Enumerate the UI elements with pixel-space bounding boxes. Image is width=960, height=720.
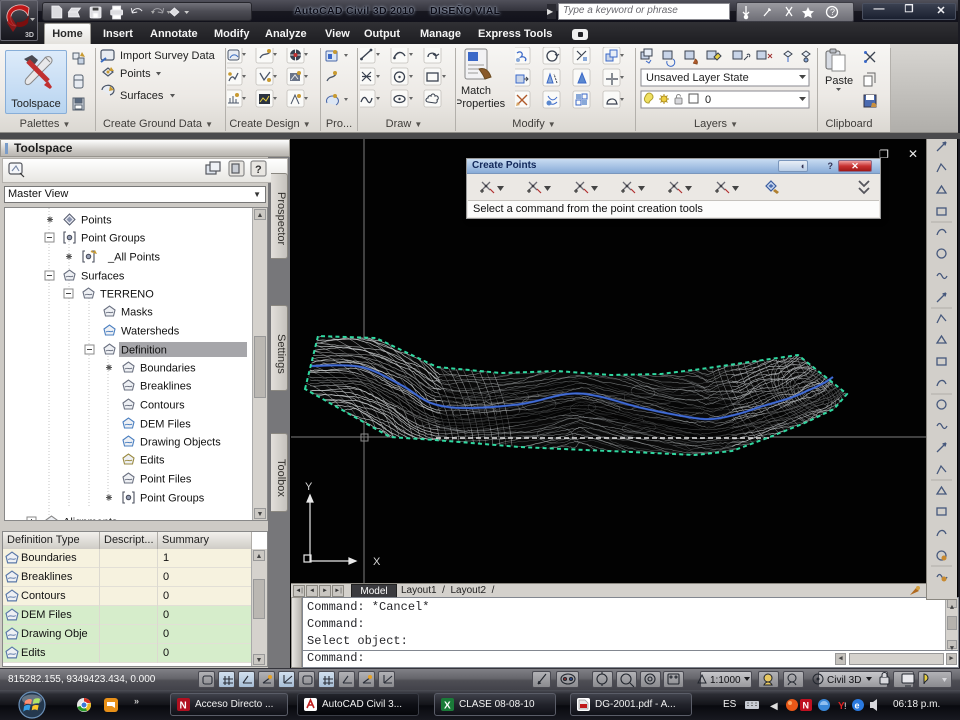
- svg-text:N: N: [180, 701, 187, 712]
- svg-text:_All Points: _All Points: [107, 252, 160, 264]
- svg-text:?: ?: [255, 164, 262, 176]
- svg-text:Import Survey Data: Import Survey Data: [120, 50, 216, 62]
- svg-text:Surfaces: Surfaces: [120, 90, 164, 102]
- svg-text:Contours: Contours: [140, 400, 185, 412]
- svg-text:Point Groups: Point Groups: [140, 493, 205, 505]
- svg-text:X: X: [444, 701, 451, 712]
- svg-text:Breaklines: Breaklines: [140, 381, 192, 393]
- svg-text:0: 0: [705, 94, 711, 106]
- svg-text:!: !: [844, 701, 847, 711]
- svg-text:Y: Y: [305, 481, 313, 493]
- svg-text:Definition: Definition: [121, 345, 167, 357]
- svg-text:✕: ✕: [908, 147, 918, 161]
- svg-text:?: ?: [830, 7, 835, 17]
- svg-text:N: N: [803, 701, 810, 711]
- svg-text:Drawing Objects: Drawing Objects: [140, 437, 221, 449]
- svg-text:Unsaved Layer State: Unsaved Layer State: [646, 72, 749, 84]
- svg-text:Watersheds: Watersheds: [121, 326, 180, 338]
- svg-text:»: »: [134, 696, 139, 706]
- svg-text:Properties: Properties: [457, 98, 506, 110]
- svg-text:Points: Points: [81, 215, 112, 227]
- svg-text:TERRENO: TERRENO: [100, 289, 154, 301]
- svg-text:3D: 3D: [25, 32, 34, 39]
- svg-text:Surfaces: Surfaces: [81, 271, 125, 283]
- svg-text:Alignments: Alignments: [63, 517, 118, 521]
- svg-text:1:1000: 1:1000: [710, 675, 741, 686]
- svg-text:e: e: [855, 701, 860, 711]
- svg-text:Match: Match: [461, 85, 491, 97]
- svg-text:Boundaries: Boundaries: [140, 363, 196, 375]
- svg-text:X: X: [373, 556, 381, 568]
- svg-text:◀: ◀: [770, 701, 778, 712]
- svg-text:Civil 3D: Civil 3D: [827, 675, 861, 686]
- svg-text:Point Files: Point Files: [140, 474, 192, 486]
- svg-text:Paste: Paste: [825, 75, 853, 87]
- svg-text:Point Groups: Point Groups: [81, 233, 146, 245]
- svg-text:Masks: Masks: [121, 307, 153, 319]
- svg-text:Points: Points: [120, 68, 151, 80]
- svg-text:Edits: Edits: [140, 455, 165, 467]
- svg-text:DEM Files: DEM Files: [140, 419, 191, 431]
